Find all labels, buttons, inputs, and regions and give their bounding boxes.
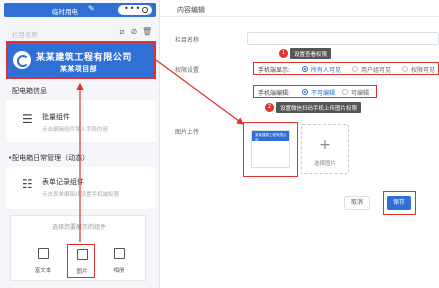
divider [161,16,439,17]
list-icon: ☰ [22,112,33,126]
form-icon: ☷ [22,177,33,191]
tip-upload-permission: 设置微信扫码手机上传图片权限 [276,102,362,113]
mobile-edit-row: 手机端编辑: 不可编辑 可编辑 [253,85,377,98]
banner-project: 某某项目部 [60,65,97,73]
delete-icon[interactable]: 🗑 [142,28,152,36]
thumbnail-banner: 某某建筑工程有限公司 [252,131,289,142]
card-title: 批量组件 [42,113,70,121]
uploaded-image-thumbnail[interactable]: 某某建筑工程有限公司 [251,130,290,168]
image-component[interactable]: 图片 [67,244,95,278]
editor-title: 内容编辑 [177,6,205,14]
card-subtitle: 点击表单编辑并设置手机端权限 [42,192,120,198]
section-distribution-info: 配电箱信息 [12,87,47,95]
column-name-label: 栏目名称 [175,37,200,44]
card-subtitle: 点击编辑组件导入字段内容 [42,127,109,133]
permission-label: 权限设置 [175,67,200,74]
edit-label: 手机端编辑: [258,90,291,97]
tip-number-1: 1 [279,49,288,58]
radio-editable[interactable] [342,89,348,95]
option-not-editable[interactable]: 不可编辑 [311,88,335,97]
thumbnail-text: 某某建筑工程有限公司 [255,133,287,142]
company-logo-icon [13,51,31,69]
select-image-button[interactable]: + 选择图片 [301,124,349,174]
pencil-icon[interactable]: ✎ [88,4,95,13]
edit-square-icon[interactable]: ⧄ [118,28,126,36]
save-button[interactable]: 保存 [387,196,411,210]
column-name-input[interactable] [247,32,439,45]
tip-view-permission: 设置查看权限 [290,48,332,59]
image-icon [77,249,88,260]
close-circle-icon[interactable] [142,7,148,13]
option-permission-visible[interactable]: 权限可见 [411,65,435,74]
more-dots-icon[interactable]: ••• [124,4,141,13]
radio-permission-visible[interactable] [402,66,408,72]
plus-icon: + [319,137,331,153]
banner-company: 某某建筑工程有限公司 [36,53,133,63]
tip-number-2: 2 [265,103,274,112]
phone-preview-panel: 临时用电 ✎ ••• 栏目名称 ⧄ ⊘ 🗑 某某建筑工程有限公司 某某项目部 配… [0,0,160,288]
cancel-button[interactable]: 取消 [344,196,370,210]
uploaded-image-frame[interactable]: 某某建筑工程有限公司 [243,122,298,177]
option-group-visible[interactable]: 用户组可见 [361,65,391,74]
form-record-card[interactable]: ☷ 表单记录组件 点击表单编辑并设置手机端权限 [6,167,156,209]
image-upload-label: 图片上传 [175,129,200,136]
component-chooser: 选择您要展示的组件 富文本 图片 相册 [10,215,146,281]
section-daily-management: •配电箱日常管理（动态） [8,154,90,162]
rich-text-component[interactable]: 富文本 [29,244,57,278]
chooser-title: 选择您要展示的组件 [51,224,106,231]
radio-not-editable[interactable] [302,89,308,95]
phone-title: 临时用电 [52,8,78,16]
content-editor-panel: 内容编辑 栏目名称 权限设置 1 设置查看权限 手机端显示: 所有人可见 用户组… [161,0,439,288]
album-component[interactable]: 相册 [105,244,133,278]
component-label: 相册 [113,268,125,274]
option-all-visible[interactable]: 所有人可见 [311,65,341,74]
phone-top-bar: 临时用电 ✎ ••• [4,3,156,17]
column-name-row: 栏目名称 ⧄ ⊘ 🗑 [6,27,156,40]
mini-program-capsule[interactable]: ••• [118,4,152,15]
column-name-placeholder: 栏目名称 [12,31,38,39]
option-editable[interactable]: 可编辑 [351,88,369,97]
mobile-display-row: 手机端显示: 所有人可见 用户组可见 权限可见 [253,62,439,75]
batch-component-card[interactable]: ☰ 批量组件 点击编辑组件导入字段内容 [6,100,156,142]
project-banner[interactable]: 某某建筑工程有限公司 某某项目部 [6,41,156,79]
component-label: 图片 [76,269,88,275]
hide-icon[interactable]: ⊘ [130,28,138,36]
album-icon [114,248,125,259]
radio-group-visible[interactable] [352,66,358,72]
card-title: 表单记录组件 [42,178,84,186]
radio-all-visible[interactable] [302,66,308,72]
component-label: 富文本 [34,268,52,274]
display-label: 手机端显示: [258,67,291,74]
document-icon [38,248,49,259]
select-image-label: 选择图片 [313,161,336,167]
